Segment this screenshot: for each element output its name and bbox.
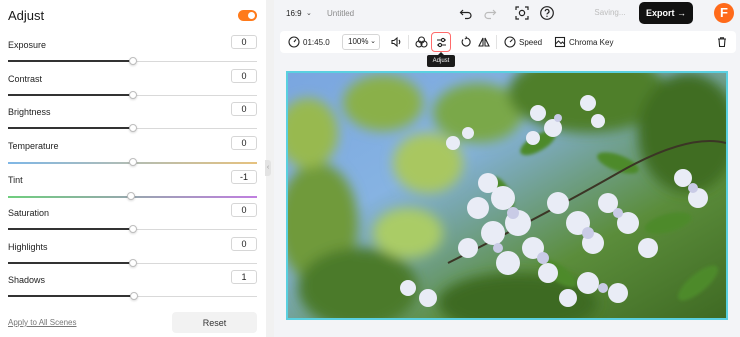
adjust-toggle[interactable] (238, 10, 257, 21)
adjust-panel: Adjust Exposure 0 Contrast 0 Brightness 0 Temp… (0, 0, 266, 337)
aspect-ratio-select[interactable]: 16:9 (286, 9, 302, 18)
slider-label: Shadows (8, 275, 46, 285)
volume-icon[interactable] (390, 36, 402, 48)
sliders-icon (437, 37, 446, 48)
zoom-select[interactable]: 100% ⌄ (342, 34, 380, 50)
chroma-key-label: Chroma Key (569, 37, 614, 47)
slider-label: Exposure (8, 40, 47, 50)
slider-fill (8, 60, 133, 62)
clock-icon (288, 36, 300, 48)
clip-toolbar: 01:45.0 100% ⌄ Speed Chroma Key (280, 31, 736, 53)
slider-fill (8, 262, 133, 264)
slider-label: Saturation (8, 208, 50, 218)
speed-button[interactable]: Speed (504, 31, 542, 53)
help-icon[interactable] (539, 5, 555, 21)
slider-thumb[interactable] (128, 57, 137, 65)
slider-label: Temperature (8, 141, 59, 151)
speed-label: Speed (519, 37, 543, 47)
slider-label: Contrast (8, 74, 43, 84)
video-frame-image (288, 73, 726, 318)
slider-value-input[interactable]: 0 (231, 203, 257, 217)
brand-logo[interactable]: F (714, 3, 734, 23)
slider-row-temperature: Temperature 0 (0, 136, 266, 175)
slider-label: Brightness (8, 107, 51, 117)
slider-thumb[interactable] (127, 192, 136, 200)
rotate-icon[interactable] (460, 36, 472, 48)
export-button[interactable]: Export → (639, 2, 693, 24)
zoom-value: 100% (348, 37, 369, 46)
export-label: Export (645, 8, 675, 18)
collapse-panel-handle[interactable]: ‹ (265, 160, 271, 176)
duration-control[interactable]: 01:45.0 (288, 31, 330, 53)
toolbar-separator (408, 35, 409, 49)
slider-row-shadows: Shadows 1 (0, 270, 266, 309)
video-canvas[interactable] (286, 71, 728, 320)
arrow-right-icon: → (677, 8, 687, 18)
saving-status: Saving... (594, 8, 626, 17)
project-title[interactable]: Untitled (327, 9, 354, 18)
slider-value-input[interactable]: 1 (231, 270, 257, 284)
slider-value-input[interactable]: 0 (231, 35, 257, 49)
slider-fill (8, 295, 134, 297)
slider-row-highlights: Highlights 0 (0, 237, 266, 276)
panel-title: Adjust (8, 8, 45, 23)
slider-thumb[interactable] (128, 259, 137, 267)
slider-value-input[interactable]: 0 (231, 237, 257, 251)
slider-row-saturation: Saturation 0 (0, 203, 266, 242)
chroma-key-button[interactable]: Chroma Key (554, 31, 613, 53)
speedometer-icon (504, 36, 516, 48)
filter-icon[interactable] (415, 36, 428, 48)
slider-value-input[interactable]: 0 (231, 136, 257, 150)
apply-to-all-scenes-link[interactable]: Apply to All Scenes (8, 318, 76, 327)
slider-value-input[interactable]: 0 (231, 69, 257, 83)
slider-row-tint: Tint -1 (0, 170, 266, 209)
slider-thumb[interactable] (129, 292, 138, 300)
slider-row-contrast: Contrast 0 (0, 69, 266, 108)
slider-label: Tint (8, 175, 23, 185)
redo-icon[interactable] (482, 5, 498, 21)
toolbar-separator (496, 35, 497, 49)
adjust-button[interactable] (431, 32, 451, 52)
slider-fill (8, 228, 133, 230)
slider-value-input[interactable]: 0 (231, 102, 257, 116)
slider-row-brightness: Brightness 0 (0, 102, 266, 141)
chroma-key-icon (554, 36, 566, 48)
slider-label: Highlights (8, 242, 48, 252)
screen-capture-icon[interactable] (514, 5, 530, 21)
slider-value-input[interactable]: -1 (231, 170, 257, 184)
slider-fill (8, 127, 133, 129)
slider-thumb[interactable] (128, 225, 137, 233)
slider-thumb[interactable] (128, 158, 137, 166)
slider-row-exposure: Exposure 0 (0, 35, 266, 74)
undo-icon[interactable] (458, 5, 474, 21)
adjust-tooltip: Adjust (427, 52, 455, 67)
chevron-down-icon[interactable]: ⌄ (306, 9, 312, 17)
chevron-down-icon: ⌄ (370, 38, 376, 45)
main-area: 16:9 ⌄ Untitled Saving... Export → F 01:… (274, 0, 740, 337)
trash-icon[interactable] (716, 36, 728, 48)
duration-value: 01:45.0 (303, 37, 330, 47)
slider-thumb[interactable] (128, 91, 137, 99)
reset-button[interactable]: Reset (172, 312, 257, 333)
flip-icon[interactable] (478, 36, 490, 48)
editor-root: Adjust Exposure 0 Contrast 0 Brightness 0 Temp… (0, 0, 740, 337)
slider-fill (8, 94, 133, 96)
slider-thumb[interactable] (128, 124, 137, 132)
